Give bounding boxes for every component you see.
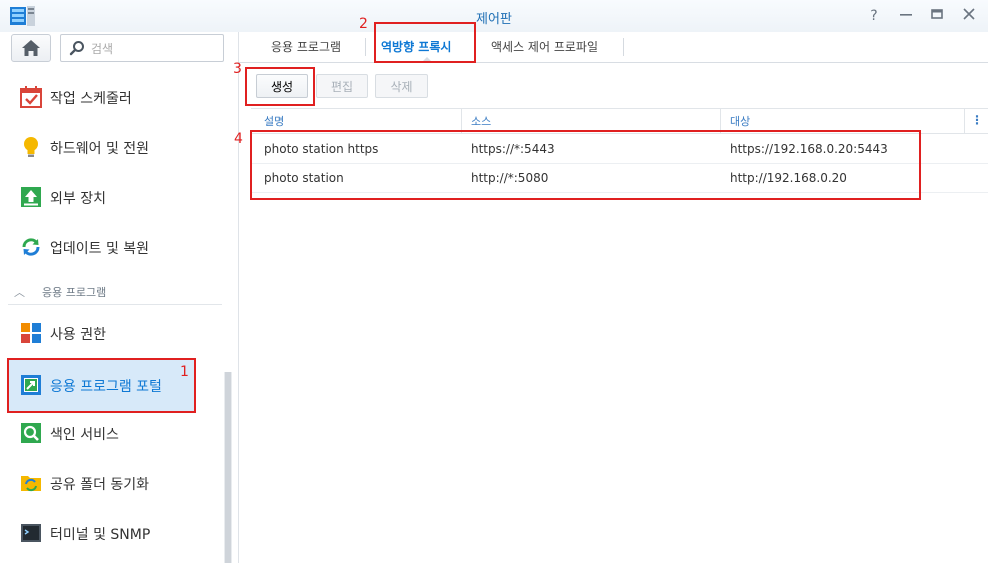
tab-bar: 응용 프로그램 역방향 프록시 액세스 제어 프로파일 — [239, 32, 988, 63]
sidebar-item-label: 작업 스케줄러 — [50, 91, 132, 107]
sidebar-item-label: 외부 장치 — [50, 191, 106, 207]
annotation-number-4: 4 — [234, 131, 243, 147]
sidebar-item-terminal-snmp[interactable]: 터미널 및 SNMP — [8, 508, 194, 558]
sidebar-item-label: 업데이트 및 복원 — [50, 241, 150, 257]
annotation-box-2 — [374, 22, 476, 63]
sidebar-item-update-restore[interactable]: 업데이트 및 복원 — [8, 222, 194, 272]
title-bar: 제어판 ? — [0, 0, 988, 32]
annotation-number-3: 3 — [233, 61, 242, 77]
sidebar-item-label: 하드웨어 및 전원 — [50, 141, 150, 157]
sidebar-item-label: 터미널 및 SNMP — [50, 527, 151, 543]
window-title: 제어판 — [476, 12, 512, 27]
lightbulb-icon — [24, 137, 38, 157]
delete-button[interactable]: 삭제 — [375, 74, 428, 98]
sidebar-item-label: 사용 권한 — [50, 327, 106, 343]
annotation-box-1 — [7, 358, 196, 413]
sidebar: 작업 스케줄러 하드웨어 및 전원 외부 장치 업데이트 및 복원 ︿ 응용 프… — [0, 32, 239, 563]
home-button[interactable] — [11, 34, 51, 62]
search-field[interactable] — [60, 34, 224, 62]
column-divider[interactable] — [964, 109, 965, 133]
tab-label: 응용 프로그램 — [271, 40, 342, 54]
column-header-destination[interactable]: 대상 — [730, 113, 750, 129]
section-header-applications[interactable]: ︿ 응용 프로그램 — [8, 280, 222, 305]
maximize-button[interactable] — [928, 7, 946, 25]
help-button[interactable]: ? — [865, 7, 883, 25]
tab-access-control-profile[interactable]: 액세스 제어 프로파일 — [477, 32, 619, 62]
search-icon — [69, 41, 84, 56]
sidebar-item-external-devices[interactable]: 외부 장치 — [8, 172, 194, 222]
annotation-number-1: 1 — [180, 364, 189, 380]
tab-separator — [623, 38, 624, 56]
edit-button[interactable]: 편집 — [316, 74, 368, 98]
maximize-icon — [931, 9, 943, 19]
calendar-check-icon — [20, 86, 42, 108]
close-button[interactable] — [960, 7, 978, 25]
grid-permission-icon — [21, 323, 41, 343]
annotation-box-4 — [250, 130, 921, 200]
minimize-icon — [900, 14, 912, 16]
tab-separator — [365, 38, 366, 56]
home-icon — [22, 40, 40, 56]
sidebar-item-privileges[interactable]: 사용 권한 — [8, 308, 194, 358]
sidebar-item-hardware-power[interactable]: 하드웨어 및 전원 — [8, 122, 194, 172]
tab-applications[interactable]: 응용 프로그램 — [255, 32, 363, 62]
refresh-icon — [22, 238, 40, 256]
sidebar-item-shared-folder-sync[interactable]: 공유 폴더 동기화 — [8, 458, 194, 508]
sidebar-item-label: 색인 서비스 — [50, 427, 119, 443]
upload-arrow-icon — [21, 187, 41, 207]
folder-sync-icon — [21, 476, 41, 492]
search-index-icon — [21, 423, 41, 443]
toolbar: 생성 편집 삭제 — [239, 62, 988, 108]
help-icon: ? — [870, 8, 878, 24]
sidebar-item-indexing-service[interactable]: 색인 서비스 — [8, 408, 194, 458]
close-icon — [963, 8, 975, 20]
column-header-description[interactable]: 설명 — [264, 113, 284, 129]
terminal-icon — [21, 524, 41, 542]
sidebar-item-task-scheduler[interactable]: 작업 스케줄러 — [8, 72, 194, 122]
annotation-number-2: 2 — [359, 16, 368, 32]
main-panel: 응용 프로그램 역방향 프록시 액세스 제어 프로파일 생성 편집 삭제 설명 … — [239, 32, 988, 563]
sidebar-scrollbar-thumb[interactable] — [225, 372, 231, 563]
search-input[interactable] — [89, 39, 221, 59]
chevron-up-icon: ︿ — [14, 286, 25, 299]
section-title: 응용 프로그램 — [42, 286, 107, 299]
tab-label: 액세스 제어 프로파일 — [491, 40, 598, 54]
sidebar-item-label: 공유 폴더 동기화 — [50, 477, 150, 493]
annotation-box-3 — [245, 67, 315, 106]
column-header-source[interactable]: 소스 — [471, 113, 491, 129]
minimize-button[interactable] — [897, 7, 915, 25]
column-menu-icon[interactable]: ⋮ — [971, 113, 983, 127]
